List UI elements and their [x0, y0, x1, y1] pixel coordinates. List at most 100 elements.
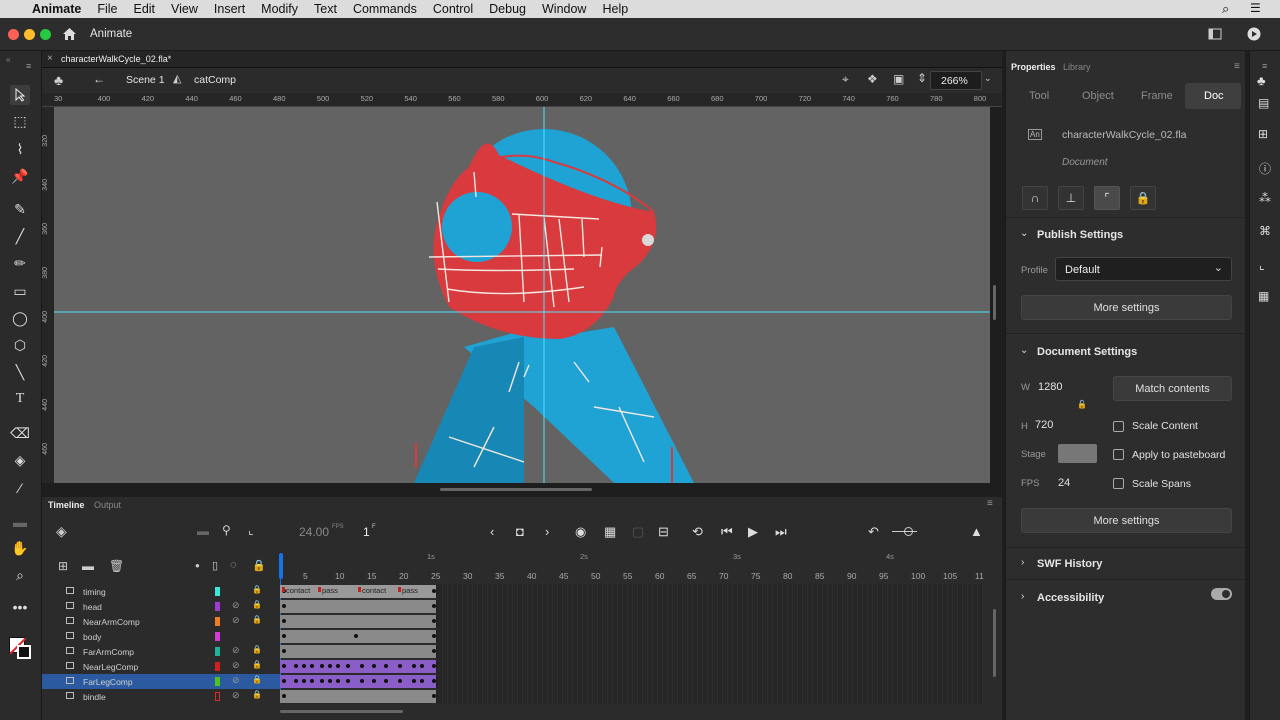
align-icon[interactable]: ⊞	[1258, 127, 1268, 141]
height-value[interactable]: 720	[1035, 419, 1053, 431]
keyframe-dot[interactable]	[372, 679, 376, 683]
info-icon[interactable]: ⓘ	[1259, 160, 1271, 177]
play-icon[interactable]: ▶	[748, 524, 758, 540]
fill-color-swatch[interactable]	[17, 645, 31, 659]
layer-color-swatch[interactable]	[215, 662, 220, 671]
stage-canvas[interactable]	[54, 107, 990, 483]
lock-icon[interactable]: 🔒	[252, 645, 262, 654]
step-back-icon[interactable]: ⏮	[721, 524, 733, 540]
layer-name[interactable]: head	[83, 602, 102, 612]
layer-color-swatch[interactable]	[215, 677, 220, 686]
pin-tool[interactable]: 📌	[10, 166, 30, 186]
mountain-icon[interactable]: ▲	[970, 524, 983, 539]
outline-icon[interactable]: ▯	[212, 559, 218, 572]
keyframe-dot[interactable]	[412, 664, 416, 668]
layer-row[interactable]: timing 🔒 contact pass contact pass	[42, 584, 438, 599]
collapse-icon[interactable]: «	[6, 55, 10, 64]
scale-content-checkbox[interactable]	[1113, 421, 1124, 432]
swf-history-title[interactable]: SWF History	[1037, 558, 1102, 570]
layer-row[interactable]: FarLegComp ⊘ 🔒	[42, 674, 438, 689]
keyframe-dot[interactable]	[282, 604, 286, 608]
scene-breadcrumb[interactable]: Scene 1	[126, 74, 165, 86]
keyframe-dot[interactable]	[328, 664, 332, 668]
tab-timeline[interactable]: Timeline	[48, 500, 84, 510]
fps-value[interactable]: 24.00	[299, 525, 329, 539]
edit-multiple-frames-icon[interactable]: ▦	[604, 524, 616, 540]
keyframe-dot[interactable]	[432, 679, 436, 683]
keyframe-dot[interactable]	[360, 664, 364, 668]
accessibility-toggle[interactable]	[1211, 588, 1232, 600]
document-tab-title[interactable]: characterWalkCycle_02.fla*	[61, 54, 171, 64]
keyframe-dot[interactable]	[320, 679, 324, 683]
text-tool[interactable]: T	[10, 389, 30, 409]
layer-name[interactable]: FarArmComp	[83, 647, 134, 657]
keyframe-dot[interactable]	[336, 664, 340, 668]
keyframe-dot[interactable]	[282, 634, 286, 638]
lock-icon[interactable]: 🔒	[252, 600, 262, 609]
frame-value[interactable]: 1	[363, 525, 370, 539]
lock-icon[interactable]: 🔒	[252, 690, 262, 699]
layer-row[interactable]: NearArmComp ⊘ 🔒	[42, 614, 438, 629]
keyframe-dot[interactable]	[328, 679, 332, 683]
keyframe-dot[interactable]	[354, 634, 358, 638]
insert-frame-icon[interactable]: ⊟	[658, 524, 669, 540]
eraser-tool[interactable]: ⌫	[10, 423, 30, 443]
keyframe-dot[interactable]	[346, 664, 350, 668]
keyframe-dot[interactable]	[398, 679, 402, 683]
chevron-down-icon[interactable]: ⌄	[1020, 228, 1028, 239]
back-arrow-icon[interactable]: ←	[93, 72, 105, 86]
tab-object[interactable]: Object	[1082, 90, 1114, 102]
camera-tool[interactable]: ▬	[10, 512, 30, 532]
close-tab-icon[interactable]: ×	[47, 53, 53, 64]
more-tools-icon[interactable]: •••	[10, 597, 30, 617]
layer-color-swatch[interactable]	[215, 632, 220, 641]
keyframe-dot[interactable]	[282, 694, 286, 698]
scale-spans-checkbox[interactable]	[1113, 478, 1124, 489]
menu-edit[interactable]: Edit	[125, 0, 163, 18]
keyframe-dot[interactable]	[310, 679, 314, 683]
keyframe-dot[interactable]	[346, 679, 350, 683]
test-movie-icon[interactable]	[1247, 27, 1261, 41]
document-settings-title[interactable]: Document Settings	[1037, 346, 1137, 358]
parenting-button[interactable]: ⊥	[1058, 186, 1084, 210]
layer-color-swatch[interactable]	[215, 692, 220, 701]
tab-frame[interactable]: Frame	[1141, 90, 1173, 102]
accessibility-title[interactable]: Accessibility	[1037, 592, 1104, 604]
corner-button[interactable]: ⌜	[1094, 186, 1120, 210]
keyframe-dot[interactable]	[282, 619, 286, 623]
keyframe-dot[interactable]	[412, 679, 416, 683]
panel-menu-icon[interactable]: ≡	[1234, 61, 1240, 72]
menu-debug[interactable]: Debug	[481, 0, 534, 18]
layer-row[interactable]: bindle ⊘ 🔒	[42, 689, 438, 704]
camera-icon[interactable]: ▬	[197, 524, 209, 538]
menu-insert[interactable]: Insert	[206, 0, 253, 18]
hide-layer-icon[interactable]: ⊘	[232, 645, 240, 656]
layer-frames[interactable]	[280, 660, 438, 673]
keyframe-dot[interactable]	[398, 664, 402, 668]
keyframe-dot[interactable]	[302, 679, 306, 683]
menu-window[interactable]: Window	[534, 0, 594, 18]
layer-frames[interactable]	[280, 600, 438, 613]
keyframe-dot[interactable]	[384, 679, 388, 683]
lock-all-icon[interactable]: 🔒	[252, 559, 266, 572]
polystar-tool[interactable]: ⬡	[10, 335, 30, 355]
tab-doc[interactable]: Doc	[1204, 90, 1224, 102]
rectangle-tool[interactable]: ▭	[10, 281, 30, 301]
lock-icon[interactable]: 🔒	[252, 660, 262, 669]
menu-control[interactable]: Control	[425, 0, 481, 18]
graph-icon[interactable]: ⌞	[248, 523, 254, 537]
apply-pasteboard-checkbox[interactable]	[1113, 449, 1124, 460]
motion-editor-icon[interactable]: ⌞	[1259, 258, 1265, 272]
lock-icon[interactable]: 🔒	[252, 675, 262, 684]
next-keyframe-icon[interactable]: ›	[545, 524, 549, 539]
zoom-tool[interactable]: ⌕	[10, 565, 30, 585]
zoom-field[interactable]: 266%	[930, 71, 982, 90]
keyframe-dot[interactable]	[294, 679, 298, 683]
hide-layer-icon[interactable]: ⊘	[232, 675, 240, 686]
layer-color-swatch[interactable]	[215, 647, 220, 656]
tab-tool[interactable]: Tool	[1029, 90, 1049, 102]
hide-layer-icon[interactable]: ⊘	[232, 615, 240, 626]
edit-symbols-icon[interactable]: ❖	[867, 72, 878, 86]
chevron-down-icon[interactable]: ⌄	[1020, 345, 1028, 356]
layer-color-swatch[interactable]	[215, 617, 220, 626]
